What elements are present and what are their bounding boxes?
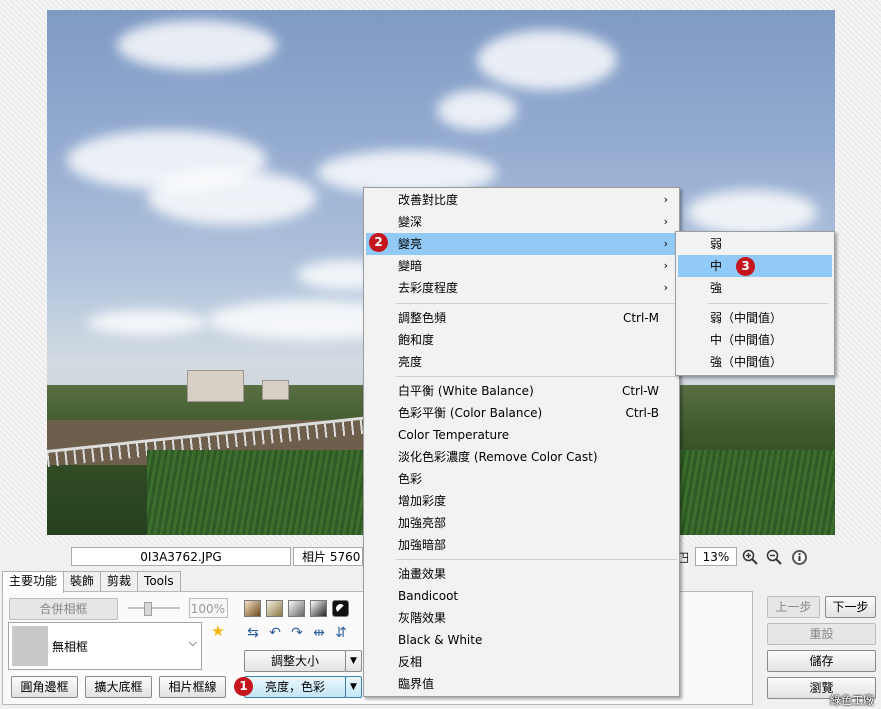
menu-item-color[interactable]: 色彩 bbox=[366, 468, 677, 490]
flip-vertical-icon[interactable]: ⇵ bbox=[333, 625, 349, 641]
submenu-item-strong[interactable]: 強 bbox=[678, 277, 832, 299]
menu-item-remove-color-cast[interactable]: 淡化色彩濃度 (Remove Color Cast) bbox=[366, 446, 677, 468]
menu-item-threshold[interactable]: 臨界值 bbox=[366, 673, 677, 695]
opacity-slider[interactable] bbox=[128, 602, 180, 616]
chevron-right-icon: › bbox=[663, 215, 668, 228]
zoom-out-icon[interactable] bbox=[765, 547, 783, 567]
photo-size-text: 相片 5760 bbox=[302, 550, 361, 564]
menu-item-darken-deep[interactable]: 變深 › bbox=[366, 211, 677, 233]
menu-separator bbox=[396, 376, 677, 377]
submenu-item-medium[interactable]: 中 bbox=[678, 255, 832, 277]
menu-item-adjust-channels[interactable]: 調整色頻 Ctrl-M bbox=[366, 307, 677, 329]
menu-item-color-balance[interactable]: 色彩平衡 (Color Balance) Ctrl-B bbox=[366, 402, 677, 424]
edit-icons-row: ⇆ ↶ ↷ ⇹ ⇵ bbox=[245, 625, 349, 641]
menu-separator bbox=[396, 559, 677, 560]
step-badge-2: 2 bbox=[369, 233, 388, 252]
menu-item-black-white[interactable]: Black & White bbox=[366, 629, 677, 651]
flip-icon[interactable]: ⇆ bbox=[245, 625, 261, 641]
tab-crop[interactable]: 剪裁 bbox=[100, 571, 139, 591]
tab-main-functions[interactable]: 主要功能 bbox=[2, 571, 65, 593]
menu-item-color-temperature[interactable]: Color Temperature bbox=[366, 424, 677, 446]
chevron-down-icon: ⌵ bbox=[188, 636, 197, 649]
menu-item-desaturate[interactable]: 去彩度程度 › bbox=[366, 277, 677, 299]
filename-text: 0I3A3762.JPG bbox=[140, 550, 222, 564]
opacity-value: 100% bbox=[190, 602, 225, 616]
reset-button[interactable]: 重設 bbox=[767, 623, 876, 645]
opacity-slider-thumb[interactable] bbox=[144, 602, 152, 616]
dark-tone-icon[interactable] bbox=[310, 600, 327, 617]
zoom-in-icon[interactable] bbox=[741, 547, 759, 567]
step-badge-1: 1 bbox=[234, 677, 253, 696]
flip-horizontal-icon[interactable]: ⇹ bbox=[311, 625, 327, 641]
menu-item-oil-painting[interactable]: 油畫效果 bbox=[366, 563, 677, 585]
submenu-item-strong-midtones[interactable]: 強（中間值） bbox=[678, 351, 832, 373]
save-button[interactable]: 儲存 bbox=[767, 650, 876, 672]
frame-select-value: 無相框 bbox=[52, 640, 89, 654]
undo-button[interactable]: 上一步 bbox=[767, 596, 820, 618]
menu-item-saturation[interactable]: 飽和度 bbox=[366, 329, 677, 351]
opacity-field[interactable]: 100% bbox=[189, 598, 228, 618]
redo-button[interactable]: 下一步 bbox=[825, 596, 876, 618]
rotate-left-icon[interactable]: ↶ bbox=[267, 625, 283, 641]
menu-item-bandicoot[interactable]: Bandicoot bbox=[366, 585, 677, 607]
chevron-right-icon: › bbox=[663, 237, 668, 250]
menu-item-improve-contrast[interactable]: 改善對比度 › bbox=[366, 189, 677, 211]
tone-icons-row bbox=[244, 600, 349, 617]
menu-item-darken[interactable]: 變暗 › bbox=[366, 255, 677, 277]
menu-separator bbox=[396, 303, 677, 304]
submenu-item-weak[interactable]: 弱 bbox=[678, 233, 832, 255]
step-badge-3: 3 bbox=[736, 257, 755, 276]
watermark: 綠色工廠 bbox=[830, 694, 874, 707]
menu-item-enhance-shadows[interactable]: 加強暗部 bbox=[366, 534, 677, 556]
warm-tone-icon[interactable] bbox=[266, 600, 283, 617]
menu-item-increase-saturation[interactable]: 增加彩度 bbox=[366, 490, 677, 512]
frame-thumbnail bbox=[12, 626, 48, 666]
expand-bottom-button[interactable]: 擴大底框 bbox=[85, 676, 152, 698]
zoom-level-field: 13% bbox=[695, 547, 737, 566]
resize-button[interactable]: 調整大小 bbox=[244, 650, 346, 672]
rotate-right-icon[interactable]: ↷ bbox=[289, 625, 305, 641]
tab-tools[interactable]: Tools bbox=[137, 571, 181, 591]
submenu-item-medium-midtones[interactable]: 中（中間值） bbox=[678, 329, 832, 351]
brightness-color-dropdown-button[interactable]: ▼ bbox=[345, 676, 362, 698]
filename-field: 0I3A3762.JPG bbox=[71, 547, 291, 566]
chevron-right-icon: › bbox=[663, 259, 668, 272]
menu-item-brighten[interactable]: 變亮 › bbox=[366, 233, 677, 255]
zoom-level-text: 13% bbox=[702, 550, 730, 564]
menu-item-grayscale[interactable]: 灰階效果 bbox=[366, 607, 677, 629]
sepia-tone-icon[interactable] bbox=[244, 600, 261, 617]
merge-frame-button[interactable]: 合併相框 bbox=[9, 598, 118, 620]
resize-dropdown-button[interactable]: ▼ bbox=[345, 650, 362, 672]
contrast-icon[interactable] bbox=[332, 600, 349, 617]
submenu-item-weak-midtones[interactable]: 弱（中間值） bbox=[678, 307, 832, 329]
gray-tone-icon[interactable] bbox=[288, 600, 305, 617]
chevron-right-icon: › bbox=[663, 193, 668, 206]
star-icon[interactable]: ★ bbox=[210, 622, 226, 640]
brighten-submenu: 弱 中 強 弱（中間值） 中（中間值） 強（中間值） bbox=[675, 231, 835, 376]
frame-select[interactable]: 無相框 ⌵ bbox=[8, 622, 202, 670]
round-border-button[interactable]: 圓角邊框 bbox=[11, 676, 78, 698]
menu-item-invert[interactable]: 反相 bbox=[366, 651, 677, 673]
photo-size-field: 相片 5760 bbox=[293, 547, 363, 566]
menu-separator bbox=[708, 303, 828, 304]
function-tabs: 主要功能 裝飾 剪裁 Tools bbox=[2, 571, 181, 593]
adjust-context-menu: 改善對比度 › 變深 › 變亮 › 變暗 › 去彩度程度 › 調整色頻 Ctrl-M 飽和度… bbox=[363, 187, 680, 697]
menu-item-white-balance[interactable]: 白平衡 (White Balance) Ctrl-W bbox=[366, 380, 677, 402]
info-icon[interactable] bbox=[789, 547, 809, 567]
tab-decoration[interactable]: 裝飾 bbox=[63, 571, 102, 591]
brightness-color-button[interactable]: 亮度，色彩 bbox=[244, 676, 346, 698]
chevron-right-icon: › bbox=[663, 281, 668, 294]
menu-item-enhance-highlights[interactable]: 加強亮部 bbox=[366, 512, 677, 534]
photo-frame-line-button[interactable]: 相片框線 bbox=[159, 676, 226, 698]
menu-item-brightness[interactable]: 亮度 bbox=[366, 351, 677, 373]
